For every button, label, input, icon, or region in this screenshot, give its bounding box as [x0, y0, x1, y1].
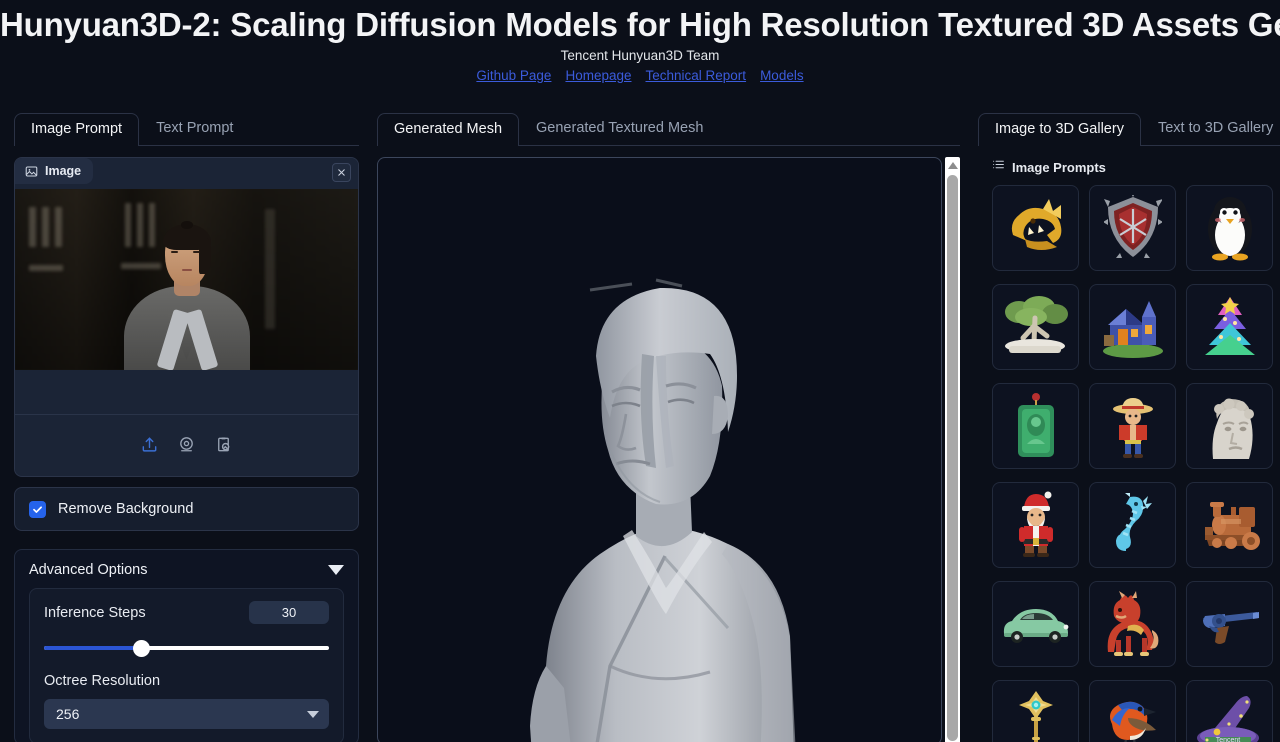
gallery-header: Image Prompts: [978, 158, 1280, 176]
svg-text:Tencent: Tencent: [1215, 737, 1240, 742]
generated-mesh-bust: [529, 278, 795, 742]
inference-steps-value[interactable]: 30: [249, 601, 329, 624]
gallery-item-bonsai-tree[interactable]: [992, 284, 1079, 370]
advanced-options-title: Advanced Options: [29, 562, 148, 578]
image-icon: [25, 165, 38, 178]
image-prompt-card: Image: [14, 157, 359, 477]
gallery-item-santa-claus[interactable]: [992, 482, 1079, 568]
tab-text-prompt[interactable]: Text Prompt: [139, 112, 250, 145]
prompt-image-preview: [15, 189, 358, 370]
octree-resolution-select[interactable]: 256: [44, 699, 329, 729]
advanced-options-panel: Advanced Options Inference Steps 30 Octr…: [14, 549, 359, 742]
gallery-item-straw-hat-boy[interactable]: [1089, 383, 1176, 469]
image-chip: Image: [15, 158, 94, 184]
right-tabbar: Image to 3D Gallery Text to 3D Gallery: [978, 112, 1280, 146]
gallery-item-purple-wizard-hat[interactable]: Tencent: [1186, 680, 1273, 742]
link-homepage[interactable]: Homepage: [565, 68, 631, 83]
gallery-item-blue-victorian-house[interactable]: [1089, 284, 1176, 370]
remove-background-row[interactable]: Remove Background: [14, 487, 359, 531]
gallery-item-orange-blue-bird[interactable]: [1089, 680, 1176, 742]
remove-background-label: Remove Background: [58, 501, 194, 517]
slider-fill: [44, 646, 141, 650]
gallery-item-red-horse[interactable]: [1089, 581, 1176, 667]
mesh-viewer[interactable]: [377, 157, 942, 742]
gallery-grid: Tencent: [978, 185, 1280, 742]
tab-text-to-3d-gallery[interactable]: Text to 3D Gallery: [1141, 112, 1280, 145]
gallery-item-jade-buddha-pendant[interactable]: [992, 383, 1079, 469]
webcam-icon[interactable]: [177, 435, 196, 454]
page-title: Hunyuan3D-2: Scaling Diffusion Models fo…: [0, 6, 1280, 43]
right-column: Image to 3D Gallery Text to 3D Gallery I…: [978, 112, 1280, 742]
gallery-item-blue-seahorse[interactable]: [1089, 482, 1176, 568]
scrollbar-thumb[interactable]: [947, 175, 958, 741]
left-column: Image Prompt Text Prompt Image Remove Ba…: [14, 112, 359, 742]
main-columns: Image Prompt Text Prompt Image Remove Ba…: [0, 112, 1280, 742]
left-tabbar: Image Prompt Text Prompt: [14, 112, 359, 146]
gallery-item-penguin[interactable]: [1186, 185, 1273, 271]
clipboard-image-icon[interactable]: [214, 435, 233, 454]
tab-generated-mesh[interactable]: Generated Mesh: [377, 112, 520, 146]
image-card-header: Image: [15, 158, 358, 189]
tab-image-prompt[interactable]: Image Prompt: [14, 112, 140, 146]
image-card-spacer: [15, 370, 358, 414]
tab-image-to-3d-gallery[interactable]: Image to 3D Gallery: [978, 112, 1141, 146]
gallery-item-golden-dragon-head[interactable]: [992, 185, 1079, 271]
prompt-photo-subject: [123, 220, 251, 370]
mesh-scrollbar[interactable]: [945, 157, 960, 742]
center-tabbar: Generated Mesh Generated Textured Mesh: [377, 112, 960, 146]
page-header: Hunyuan3D-2: Scaling Diffusion Models fo…: [0, 0, 1280, 83]
link-github-page[interactable]: Github Page: [476, 68, 551, 83]
link-technical-report[interactable]: Technical Report: [646, 68, 747, 83]
slider-knob[interactable]: [132, 640, 150, 657]
gallery-item-rainbow-crystal-christmas-tree[interactable]: [1186, 284, 1273, 370]
close-icon[interactable]: [332, 163, 351, 182]
center-column: Generated Mesh Generated Textured Mesh: [377, 112, 960, 742]
inference-steps-label: Inference Steps: [44, 604, 146, 621]
octree-resolution-label: Octree Resolution: [44, 673, 161, 689]
gallery-header-label: Image Prompts: [1012, 159, 1106, 175]
inference-steps-row: Inference Steps 30: [44, 601, 329, 624]
image-card-toolbar: [15, 414, 358, 474]
header-links: Github Page Homepage Technical Report Model…: [0, 68, 1280, 83]
inference-steps-slider[interactable]: [44, 640, 329, 657]
gallery-item-golden-magic-staff[interactable]: [992, 680, 1079, 742]
chevron-down-icon[interactable]: [328, 565, 344, 575]
chevron-down-icon[interactable]: [307, 710, 319, 718]
upload-icon[interactable]: [140, 435, 159, 454]
page-subtitle: Tencent Hunyuan3D Team: [560, 48, 720, 64]
remove-background-checkbox[interactable]: [29, 500, 46, 518]
list-icon: [992, 158, 1005, 176]
tab-generated-textured-mesh[interactable]: Generated Textured Mesh: [519, 112, 720, 145]
gallery-item-mint-green-vintage-car[interactable]: [992, 581, 1079, 667]
octree-resolution-value: 256: [56, 706, 80, 722]
advanced-options-header[interactable]: Advanced Options: [29, 562, 344, 588]
gallery-item-blue-revolver[interactable]: [1186, 581, 1273, 667]
gallery-item-marble-roman-bust[interactable]: [1186, 383, 1273, 469]
image-chip-label: Image: [45, 164, 82, 178]
mesh-viewer-wrap: [377, 157, 960, 742]
scroll-up-arrow-icon[interactable]: [947, 162, 958, 169]
gallery-item-spiked-red-shield[interactable]: [1089, 185, 1176, 271]
gallery-item-copper-steam-locomotive[interactable]: [1186, 482, 1273, 568]
link-models[interactable]: Models: [760, 68, 804, 83]
advanced-options-body: Inference Steps 30 Octree Resolution 256: [29, 588, 344, 742]
